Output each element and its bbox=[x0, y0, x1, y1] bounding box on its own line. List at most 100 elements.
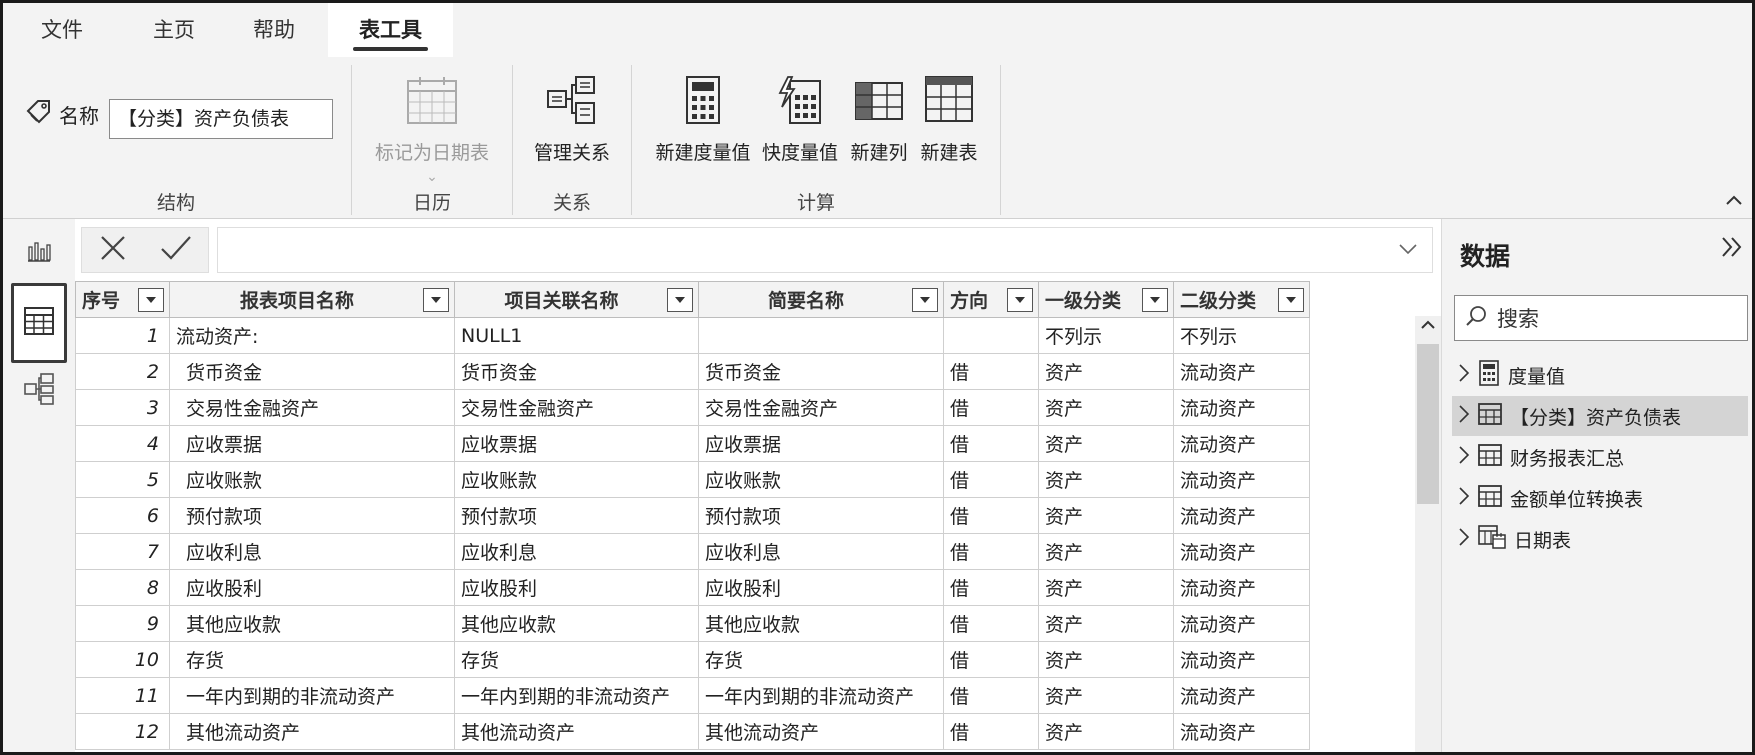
table-cell[interactable]: 流动资产 bbox=[1173, 461, 1310, 498]
table-cell[interactable]: 应收账款 bbox=[169, 461, 455, 498]
table-cell[interactable]: 存货 bbox=[698, 641, 944, 678]
table-cell[interactable]: 其他应收款 bbox=[698, 605, 944, 642]
table-cell[interactable]: 流动资产 bbox=[1173, 641, 1310, 678]
new-table-button[interactable]: 新建表 bbox=[915, 75, 983, 165]
table-cell[interactable]: 流动资产 bbox=[1173, 353, 1310, 390]
table-row[interactable]: 4 应收票据 应收票据 应收票据借资产 流动资产 bbox=[75, 425, 1310, 462]
col-header-level2[interactable]: 二级分类 bbox=[1173, 281, 1310, 318]
table-cell[interactable]: 借 bbox=[943, 533, 1039, 570]
table-cell[interactable]: 借 bbox=[943, 353, 1039, 390]
filter-dropdown-icon[interactable] bbox=[912, 288, 938, 312]
filter-dropdown-icon[interactable] bbox=[667, 288, 693, 312]
table-cell[interactable]: 货币资金 bbox=[454, 353, 699, 390]
table-cell[interactable]: 预付款项 bbox=[169, 497, 455, 534]
col-header-link-name[interactable]: 项目关联名称 bbox=[454, 281, 699, 318]
table-cell[interactable]: 2 bbox=[75, 353, 170, 390]
table-cell[interactable]: 存货 bbox=[454, 641, 699, 678]
filter-dropdown-icon[interactable] bbox=[1142, 288, 1168, 312]
table-cell[interactable] bbox=[943, 317, 1039, 354]
table-cell[interactable]: 借 bbox=[943, 605, 1039, 642]
table-row[interactable]: 1 流动资产: NULL1 不列示 不列示 bbox=[75, 317, 1310, 354]
new-column-button[interactable]: 新建列 bbox=[845, 75, 913, 165]
table-cell[interactable]: 3 bbox=[75, 389, 170, 426]
table-cell[interactable]: 其他应收款 bbox=[169, 605, 455, 642]
table-cell[interactable]: 其他应收款 bbox=[454, 605, 699, 642]
table-cell[interactable]: 资产 bbox=[1038, 569, 1174, 606]
table-row[interactable]: 5 应收账款 应收账款 应收账款借资产 流动资产 bbox=[75, 461, 1310, 498]
new-measure-button[interactable]: 新建度量值 bbox=[649, 75, 757, 165]
filter-dropdown-icon[interactable] bbox=[138, 288, 164, 312]
chevron-right-icon[interactable] bbox=[1458, 445, 1470, 470]
collapse-pane-icon[interactable] bbox=[1720, 235, 1744, 265]
table-cell[interactable]: 9 bbox=[75, 605, 170, 642]
table-cell[interactable]: 4 bbox=[75, 425, 170, 462]
search-input[interactable]: 搜索 bbox=[1454, 295, 1748, 341]
table-row[interactable]: 6 预付款项 预付款项 预付款项借资产 流动资产 bbox=[75, 497, 1310, 534]
table-cell[interactable]: 预付款项 bbox=[698, 497, 944, 534]
chevron-right-icon[interactable] bbox=[1458, 486, 1470, 511]
table-cell[interactable]: 资产 bbox=[1038, 605, 1174, 642]
chevron-down-icon[interactable] bbox=[1398, 238, 1418, 262]
table-cell[interactable]: 借 bbox=[943, 461, 1039, 498]
data-view-button[interactable] bbox=[11, 283, 67, 363]
table-cell[interactable]: 一年内到期的非流动资产 bbox=[454, 677, 699, 714]
table-cell[interactable]: 流动资产: bbox=[169, 317, 455, 354]
table-row[interactable]: 10 存货 存货 存货借资产 流动资产 bbox=[75, 641, 1310, 678]
table-cell[interactable]: 其他流动资产 bbox=[169, 713, 455, 750]
table-name-input[interactable]: 【分类】资产负债表 bbox=[109, 99, 333, 139]
table-cell[interactable]: 不列示 bbox=[1173, 317, 1310, 354]
table-cell[interactable]: 资产 bbox=[1038, 533, 1174, 570]
table-cell[interactable]: 应收票据 bbox=[698, 425, 944, 462]
tab-home[interactable]: 主页 bbox=[153, 3, 195, 57]
report-view-button[interactable] bbox=[11, 225, 67, 281]
table-row[interactable]: 2 货币资金 货币资金 货币资金借资产 流动资产 bbox=[75, 353, 1310, 390]
chevron-right-icon[interactable] bbox=[1458, 527, 1470, 552]
table-cell[interactable]: 货币资金 bbox=[169, 353, 455, 390]
table-cell[interactable]: 10 bbox=[75, 641, 170, 678]
tree-item[interactable]: 财务报表汇总 bbox=[1452, 437, 1748, 477]
table-row[interactable]: 9 其他应收款 其他应收款 其他应收款借资产 流动资产 bbox=[75, 605, 1310, 642]
table-row[interactable]: 7 应收利息 应收利息 应收利息借资产 流动资产 bbox=[75, 533, 1310, 570]
col-header-level1[interactable]: 一级分类 bbox=[1038, 281, 1174, 318]
mark-date-table-button[interactable]: 标记为日期表 ⌄ bbox=[369, 75, 495, 185]
cancel-icon[interactable] bbox=[98, 233, 128, 267]
table-cell[interactable]: 资产 bbox=[1038, 641, 1174, 678]
table-row[interactable]: 12 其他流动资产 其他流动资产 其他流动资产借资产 流动资产 bbox=[75, 713, 1310, 750]
table-cell[interactable]: 借 bbox=[943, 497, 1039, 534]
table-cell[interactable]: 应收账款 bbox=[698, 461, 944, 498]
table-cell[interactable]: 应收票据 bbox=[169, 425, 455, 462]
table-cell[interactable]: 资产 bbox=[1038, 461, 1174, 498]
table-cell[interactable]: 流动资产 bbox=[1173, 425, 1310, 462]
tree-item[interactable]: 日期表 bbox=[1452, 519, 1748, 559]
table-cell[interactable]: 资产 bbox=[1038, 497, 1174, 534]
col-header-index[interactable]: 序号 bbox=[75, 281, 170, 318]
table-cell[interactable]: 其他流动资产 bbox=[698, 713, 944, 750]
table-cell[interactable]: 存货 bbox=[169, 641, 455, 678]
table-cell[interactable]: 流动资产 bbox=[1173, 389, 1310, 426]
table-cell[interactable]: 资产 bbox=[1038, 677, 1174, 714]
table-cell[interactable]: 12 bbox=[75, 713, 170, 750]
quick-measure-button[interactable]: 快度量值 bbox=[757, 75, 843, 165]
commit-icon[interactable] bbox=[159, 233, 193, 267]
table-cell[interactable]: 应收账款 bbox=[454, 461, 699, 498]
table-cell[interactable]: 不列示 bbox=[1038, 317, 1174, 354]
table-cell[interactable]: 借 bbox=[943, 713, 1039, 750]
table-cell[interactable]: 交易性金融资产 bbox=[169, 389, 455, 426]
tree-item[interactable]: 金额单位转换表 bbox=[1452, 478, 1748, 518]
table-cell[interactable]: 交易性金融资产 bbox=[698, 389, 944, 426]
table-cell[interactable]: 应收利息 bbox=[454, 533, 699, 570]
table-cell[interactable]: 资产 bbox=[1038, 713, 1174, 750]
table-row[interactable]: 3 交易性金融资产 交易性金融资产 交易性金融资产借资产 流动资产 bbox=[75, 389, 1310, 426]
table-cell[interactable]: 8 bbox=[75, 569, 170, 606]
table-cell[interactable]: 交易性金融资产 bbox=[454, 389, 699, 426]
manage-relations-button[interactable]: 管理关系 bbox=[518, 75, 626, 165]
table-cell[interactable]: 应收股利 bbox=[698, 569, 944, 606]
tab-help[interactable]: 帮助 bbox=[253, 3, 295, 57]
table-cell[interactable]: 流动资产 bbox=[1173, 497, 1310, 534]
tab-file[interactable]: 文件 bbox=[41, 3, 83, 57]
table-cell[interactable]: 借 bbox=[943, 425, 1039, 462]
scroll-up-icon[interactable] bbox=[1420, 318, 1436, 334]
table-cell[interactable]: 11 bbox=[75, 677, 170, 714]
table-cell[interactable]: 借 bbox=[943, 677, 1039, 714]
filter-dropdown-icon[interactable] bbox=[423, 288, 449, 312]
